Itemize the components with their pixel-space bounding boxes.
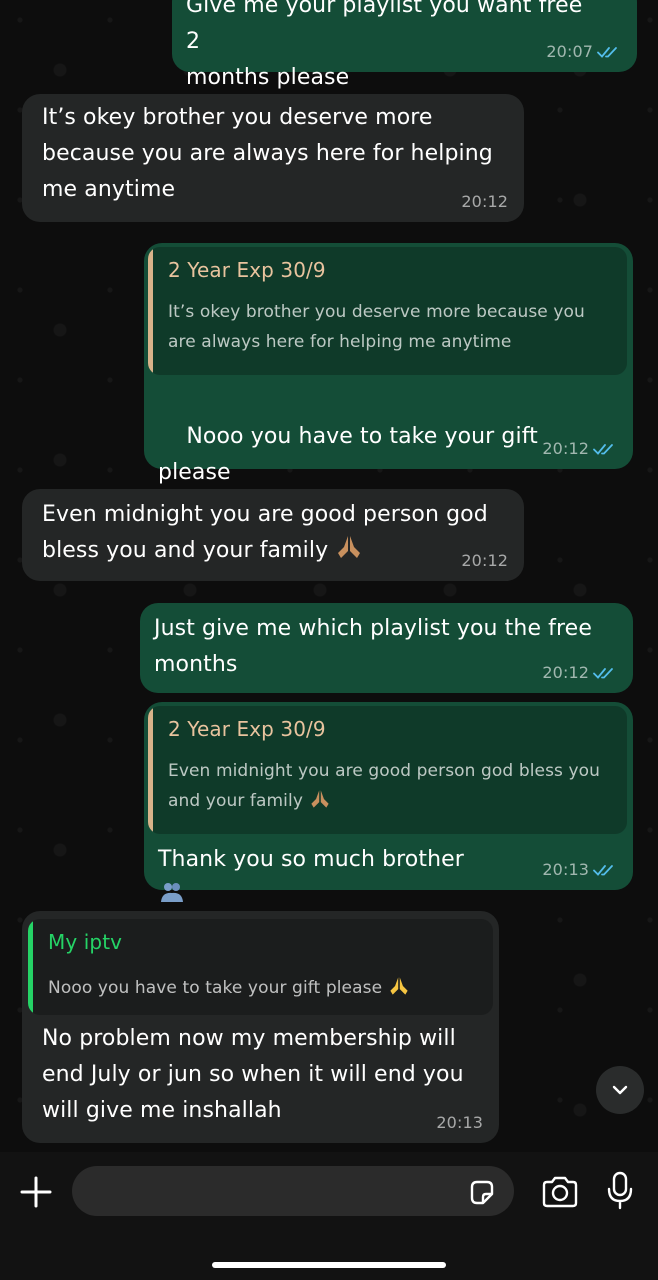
quote-text: It’s okey brother you deserve more becau… bbox=[168, 302, 585, 352]
chevron-down-icon bbox=[612, 1085, 628, 1095]
hugging-people-icon bbox=[161, 883, 183, 902]
message-text: Thank you so much brother bbox=[138, 842, 518, 914]
camera-icon bbox=[542, 1176, 578, 1208]
double-check-icon bbox=[593, 668, 613, 679]
message-time: 20:07 bbox=[546, 42, 593, 61]
message-meta: 20:12 bbox=[542, 439, 617, 459]
message-time: 20:12 bbox=[461, 192, 508, 211]
message-meta: 20:07 bbox=[546, 42, 621, 62]
message-text: Even midnight you are good person god bl… bbox=[22, 497, 522, 569]
message-text: No problem now my membership will end Ju… bbox=[42, 1026, 464, 1123]
double-check-icon bbox=[593, 865, 613, 876]
quoted-message[interactable]: 2 Year Exp 30/9 Even midnight you are go… bbox=[148, 706, 627, 834]
quoted-message[interactable]: My iptv Nooo you have to take your gift … bbox=[28, 919, 493, 1015]
home-indicator[interactable] bbox=[212, 1262, 446, 1268]
quote-author: 2 Year Exp 30/9 bbox=[168, 258, 326, 282]
message-meta: 20:13 bbox=[436, 1113, 483, 1133]
message-time: 20:12 bbox=[542, 439, 589, 458]
message-time: 20:13 bbox=[436, 1113, 483, 1132]
message-outgoing[interactable]: Give me your playlist you want free 2 mo… bbox=[172, 0, 637, 90]
message-text: It’s okey brother you deserve more becau… bbox=[42, 105, 493, 202]
sticker-button[interactable] bbox=[466, 1177, 498, 1209]
message-input[interactable] bbox=[72, 1166, 514, 1216]
message-meta: 20:12 bbox=[461, 192, 508, 212]
message-time: 20:12 bbox=[542, 663, 589, 682]
double-check-icon bbox=[597, 47, 617, 58]
double-check-icon bbox=[593, 444, 613, 455]
scroll-to-bottom-button[interactable] bbox=[596, 1066, 644, 1114]
praying-hands-icon bbox=[338, 536, 361, 558]
message-outgoing-reply[interactable]: 2 Year Exp 30/9 Even midnight you are go… bbox=[144, 702, 633, 902]
praying-hands-icon bbox=[310, 790, 329, 808]
message-meta: 20:13 bbox=[542, 860, 617, 880]
quote-text: Even midnight you are good person god bl… bbox=[168, 756, 613, 816]
message-incoming[interactable]: Even midnight you are good person god bl… bbox=[22, 489, 524, 581]
message-meta: 20:12 bbox=[461, 551, 508, 571]
praying-hands-icon bbox=[390, 977, 408, 995]
microphone-button[interactable] bbox=[604, 1170, 636, 1212]
quote-author: 2 Year Exp 30/9 bbox=[168, 717, 326, 741]
message-incoming-reply[interactable]: My iptv Nooo you have to take your gift … bbox=[22, 911, 499, 1143]
sticker-icon bbox=[470, 1180, 494, 1205]
quote-bar bbox=[148, 706, 153, 834]
message-outgoing[interactable]: Just give me which playlist you the free… bbox=[140, 603, 633, 693]
message-time: 20:12 bbox=[461, 551, 508, 570]
message-text-content: Nooo you have to take your gift please bbox=[158, 424, 545, 485]
quote-text-content: Nooo you have to take your gift please bbox=[48, 978, 383, 998]
quote-text-content: Even midnight you are good person god bl… bbox=[168, 761, 601, 811]
microphone-icon bbox=[607, 1171, 633, 1210]
quote-text: Nooo you have to take your gift please bbox=[48, 973, 479, 1003]
message-text-content: Even midnight you are good person god bl… bbox=[42, 502, 488, 563]
camera-button[interactable] bbox=[540, 1174, 580, 1210]
quote-bar bbox=[148, 247, 153, 375]
quote-author: My iptv bbox=[48, 930, 123, 954]
message-text: Give me your playlist you want free 2 mo… bbox=[186, 0, 583, 90]
message-incoming[interactable]: It’s okey brother you deserve more becau… bbox=[22, 94, 524, 222]
message-time: 20:13 bbox=[542, 860, 589, 879]
quoted-message[interactable]: 2 Year Exp 30/9 It’s okey brother you de… bbox=[148, 247, 627, 375]
message-text-content: Thank you so much brother bbox=[158, 847, 464, 872]
attach-button[interactable] bbox=[16, 1172, 56, 1212]
plus-icon bbox=[20, 1176, 52, 1208]
message-meta: 20:12 bbox=[542, 663, 617, 683]
message-outgoing-reply[interactable]: 2 Year Exp 30/9 It’s okey brother you de… bbox=[144, 243, 633, 552]
quote-bar bbox=[28, 919, 33, 1015]
